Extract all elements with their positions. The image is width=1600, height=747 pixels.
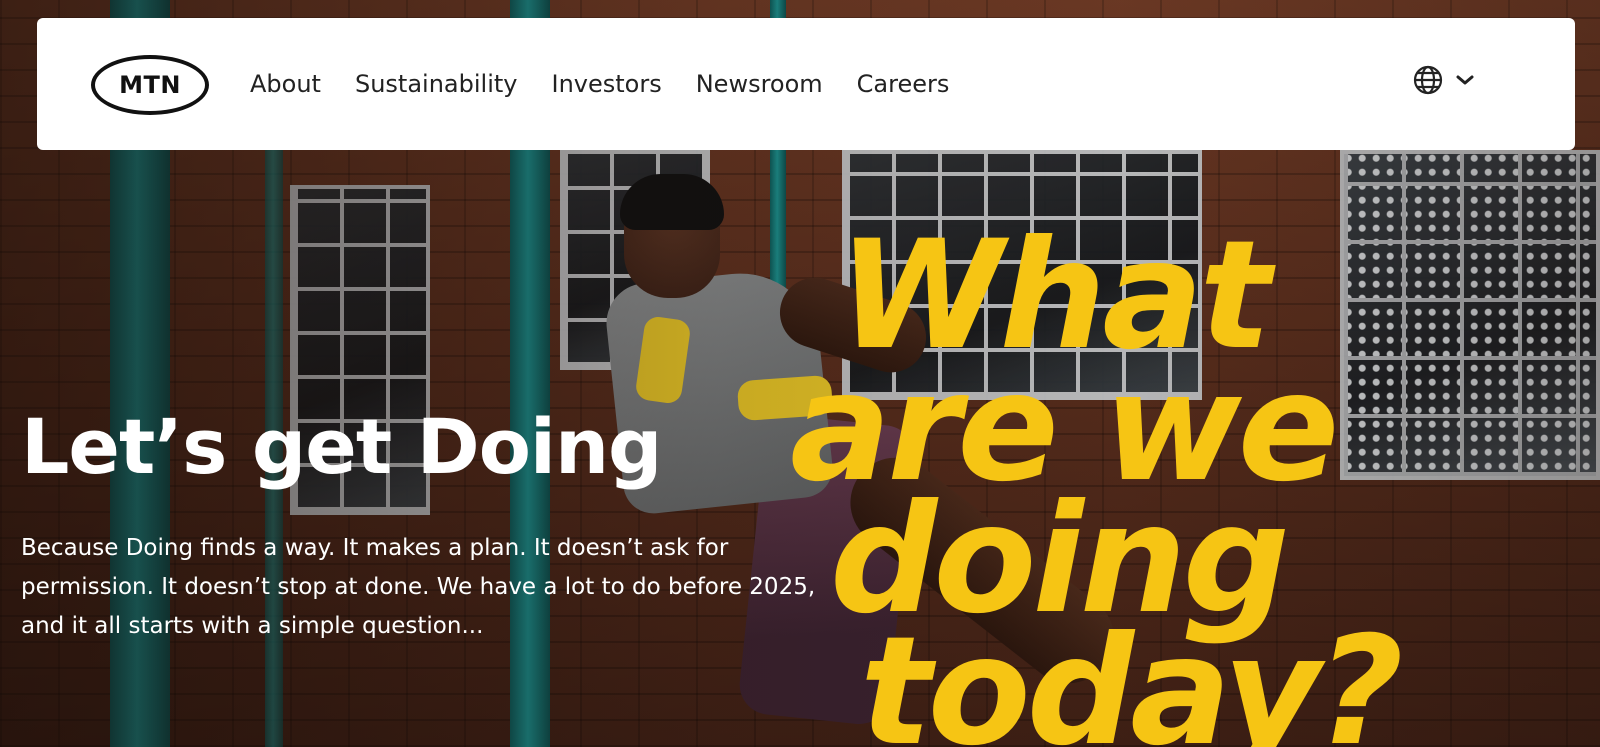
nav-link-sustainability[interactable]: Sustainability bbox=[355, 70, 518, 98]
hero-title: Let’s get Doing bbox=[21, 402, 662, 491]
logo-text: MTN bbox=[119, 71, 181, 99]
mtn-logo[interactable]: MTN bbox=[91, 55, 209, 115]
hero-copy: Let’s get Doing Because Doing finds a wa… bbox=[21, 405, 861, 646]
top-navigation-bar: MTN About Sustainability Investors Newsr… bbox=[37, 18, 1575, 150]
nav-link-about[interactable]: About bbox=[250, 70, 321, 98]
nav-link-careers[interactable]: Careers bbox=[857, 70, 950, 98]
main-nav: About Sustainability Investors Newsroom … bbox=[250, 18, 983, 150]
hero-slogan: What are we doing today? bbox=[790, 221, 1490, 747]
nav-link-investors[interactable]: Investors bbox=[551, 70, 661, 98]
nav-link-newsroom[interactable]: Newsroom bbox=[696, 70, 823, 98]
hero-description: Because Doing finds a way. It makes a pl… bbox=[21, 535, 816, 639]
chevron-down-icon bbox=[1454, 69, 1476, 91]
globe-icon bbox=[1412, 64, 1444, 96]
slogan-line: today? bbox=[860, 605, 1404, 747]
language-selector[interactable] bbox=[1412, 64, 1476, 96]
